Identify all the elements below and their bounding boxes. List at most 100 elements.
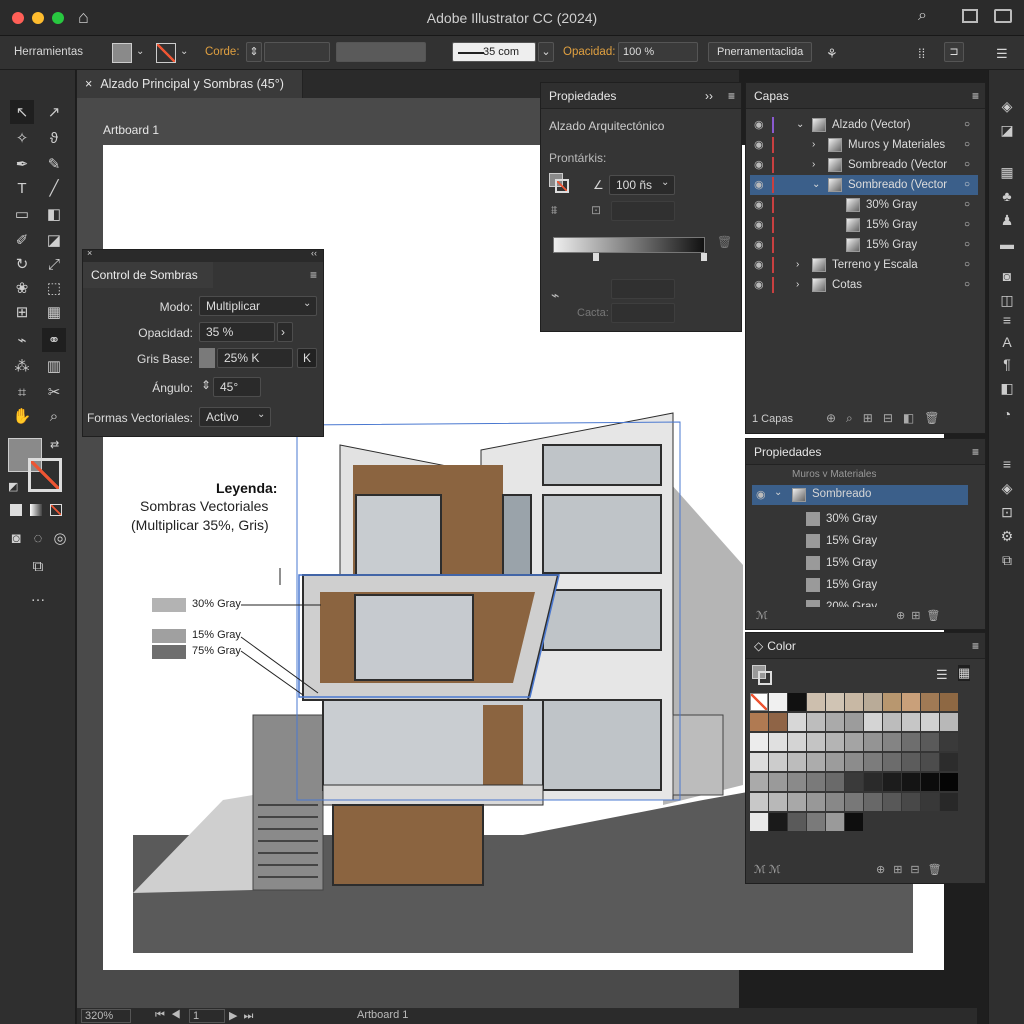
color-swatch[interactable] [864,733,882,751]
workspace-icon[interactable] [962,9,978,23]
gradient-tool-icon[interactable]: ◧ [42,202,66,226]
chevron-down-icon[interactable]: ⌄ [180,46,188,57]
color-swatch[interactable] [807,713,825,731]
mode-select[interactable]: Multiplicar [199,296,317,316]
eraser-icon[interactable]: ◪ [42,228,66,252]
color-swatch[interactable] [845,713,863,731]
draw-behind-icon[interactable]: ◌ [26,526,50,550]
align-dock-icon[interactable]: ≡ [997,310,1017,330]
color-swatch[interactable] [826,753,844,771]
color-swatch[interactable] [864,713,882,731]
color-swatch[interactable] [845,733,863,751]
color-swatch[interactable] [902,793,920,811]
rotate-tool-icon[interactable]: ↻ [10,252,34,276]
color-swatch[interactable] [921,793,939,811]
type-tool-icon[interactable]: T [10,176,34,200]
shadow-layer-item[interactable]: 15% Gray [806,553,877,573]
layer-row[interactable]: ◉ › Cotas ○ [750,275,978,295]
variable-width-field[interactable] [336,42,426,62]
target-icon[interactable]: ○ [964,175,970,195]
paragraph-dock-icon[interactable]: ¶ [997,354,1017,374]
layer-row[interactable]: ◉ › Terreno y Escala ○ [750,255,978,275]
color-swatch[interactable] [883,793,901,811]
trash-icon[interactable]: 🗑 [717,235,732,249]
color-swatch[interactable] [807,813,825,831]
color-swatch[interactable] [940,773,958,791]
paintbrush-icon[interactable]: ✐ [10,228,34,252]
warp-tool-icon[interactable]: ❀ [10,276,34,300]
shadow-layer-item[interactable]: 15% Gray [806,575,877,595]
chevron-down-icon[interactable]: ⌄ [774,487,782,498]
color-swatch[interactable] [845,793,863,811]
artboard-nav-forward[interactable]: ▶⏭ [229,1009,259,1023]
free-transform-icon[interactable]: ⬚ [42,276,66,300]
none-mode-icon[interactable] [50,504,62,516]
close-tab-icon[interactable]: × [85,77,92,91]
color-swatch[interactable] [902,693,920,711]
gradient-stop[interactable] [701,253,707,261]
stroke-color-swatch[interactable] [28,458,62,492]
zoom-field[interactable]: 320% [81,1009,131,1023]
color-swatch[interactable] [921,733,939,751]
color-swatch[interactable] [750,773,768,791]
color-swatch[interactable] [864,753,882,771]
document-dock-icon[interactable]: ◪ [997,120,1017,140]
shape-builder-icon[interactable]: ⊞ [10,300,34,324]
gray-base-field[interactable]: 25% K [217,348,293,368]
color-swatch[interactable] [902,733,920,751]
color-swatch[interactable] [769,793,787,811]
color-swatch[interactable] [826,813,844,831]
color-swatch[interactable] [883,773,901,791]
pen-tool-icon[interactable]: ✒ [10,152,34,176]
curvature-tool-icon[interactable]: ✎ [42,152,66,176]
color-swatch[interactable] [921,753,939,771]
mesh-tool-icon[interactable]: ▦ [42,300,66,324]
color-swatch[interactable] [921,713,939,731]
gradient-mode-icon[interactable] [30,504,42,516]
target-icon[interactable]: ○ [964,135,970,155]
draw-inside-icon[interactable]: ◎ [48,526,72,550]
line-tool-icon[interactable]: ╱ [42,176,66,200]
panel-menu-icon[interactable]: ≡ [972,83,979,109]
color-swatch[interactable] [845,753,863,771]
screen-mode-icon[interactable]: ⧉ [26,554,50,578]
layer-row[interactable]: ◉ 15% Gray ○ [750,235,978,255]
chevron-down-icon[interactable]: ⌄ [136,46,144,57]
eye-icon[interactable]: ◉ [754,195,764,215]
chevron-down-icon[interactable]: ⌄ [303,298,311,309]
transparency-dock-icon[interactable]: ◙ [997,266,1017,286]
export-dock-icon[interactable]: ⧉ [997,550,1017,570]
artboards-dock-icon[interactable]: ◈ [997,478,1017,498]
color-swatch[interactable] [902,753,920,771]
stroke-weight-field[interactable] [264,42,330,62]
chevron-right-icon[interactable]: › [812,155,815,175]
page-field[interactable]: 1 [189,1009,225,1023]
stepper-icon[interactable]: ⇕ [246,42,262,62]
color-swatch[interactable] [769,733,787,751]
chevron-right-icon[interactable]: › [812,135,815,155]
color-swatch[interactable] [788,733,806,751]
shadow-layer-item[interactable]: 15% Gray [806,531,877,551]
libraries-dock-icon[interactable]: ≡ [997,454,1017,474]
sombreado-group-row[interactable]: ◉ ⌄ Sombreado [752,485,968,505]
document-tab[interactable]: × Alzado Principal y Sombras (45°) [77,70,303,98]
color-swatch[interactable] [807,773,825,791]
symbols-dock-icon[interactable]: ♟ [997,210,1017,230]
opentype-dock-icon[interactable]: ◧ [997,378,1017,398]
color-swatch[interactable] [807,693,825,711]
footer-icons[interactable]: ℳ [756,609,768,622]
color-swatch[interactable] [883,713,901,731]
chevron-right-icon[interactable]: › [796,255,799,275]
swatch-footer-icons[interactable]: ⊕⊞⊟🗑 [876,863,950,876]
color-swatch[interactable] [788,813,806,831]
color-swatch[interactable] [940,733,958,751]
chevron-down-icon[interactable]: ⌄ [812,175,820,195]
shadow-layer-item[interactable]: 30% Gray [806,509,877,529]
eye-icon[interactable]: ◉ [754,255,764,275]
color-swatch[interactable] [864,773,882,791]
collapse-icon[interactable]: ›› [705,83,713,109]
gradient-stop[interactable] [593,253,599,261]
color-swatch[interactable] [940,793,958,811]
more-tools-icon[interactable]: … [26,584,50,608]
color-swatch[interactable] [883,693,901,711]
